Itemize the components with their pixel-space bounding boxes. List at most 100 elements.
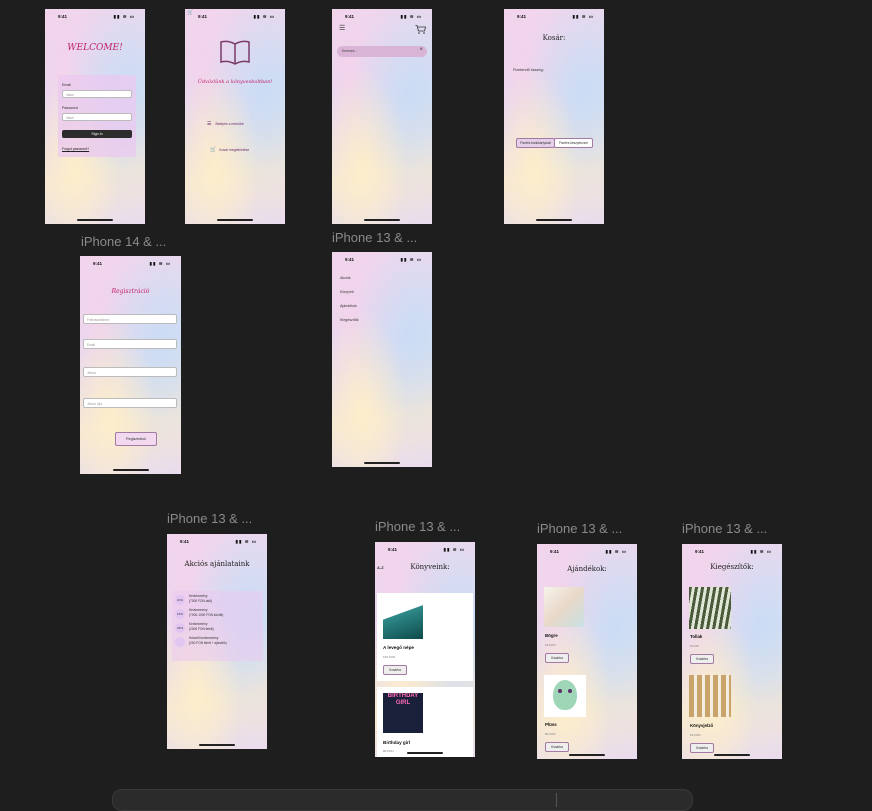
accessory-name: Tollak [690,634,703,639]
book-name: A levegő népe [383,645,414,650]
home-indicator [364,462,400,464]
book-cover-image[interactable]: BIRTHDAY GIRL [383,693,423,733]
cart-icon[interactable] [415,25,426,34]
discount-badge: 10% [175,595,185,605]
discount-badge [175,637,185,647]
frame-cart: 9:41 ▮▮ ≋ ▭ Kosár: Fizetendő összeg: Fize… [504,9,604,224]
accessory-price: 10 FON [690,733,701,737]
login-card: Email Value Password Value Sign In Forgo… [58,75,136,157]
frame-books: 9:41 ▮▮ ≋ ▭ A-Z Könyveink: A levegő népe … [375,542,475,757]
gift-price: 19 FON [545,643,556,647]
welcome-title: WELCOME! [67,43,123,53]
home-indicator [407,752,443,754]
frame-label-books[interactable]: iPhone 13 & ... [375,519,460,534]
status-icons: ▮▮ ≋ ▭ [113,14,135,19]
forgot-password-link[interactable]: Forgot password? [62,147,89,151]
mug-image[interactable] [544,587,584,627]
status-icons: ▮▮ ≋ ▭ [400,257,422,262]
status-time: 9:41 [345,14,355,19]
status-time: 9:41 [345,257,355,262]
offer-line1: Húsvéti kedvezmény [189,636,219,640]
cart-link-label: Kosár megtekintése [219,148,250,152]
frame-label-accessories[interactable]: iPhone 13 & ... [682,521,767,536]
hamburger-icon[interactable]: ☰ [339,24,345,32]
frame-label-iphone14[interactable]: iPhone 14 & ... [81,234,166,249]
offers-title: Akciós ajánlataink [184,560,250,568]
bookmarks-image[interactable] [689,675,731,717]
accessory-name: Könyvjelző [690,723,714,728]
status-time: 9:41 [695,549,705,554]
email-field[interactable]: Email [83,339,177,349]
frame-offers: 9:41 ▮▮ ≋ ▭ Akciós ajánlataink 10% Kedvez… [167,534,267,749]
username-field[interactable]: Felhasználónév [83,314,177,324]
add-to-cart-button[interactable]: Kosárba [545,742,569,752]
search-input[interactable]: Keresés... [337,46,427,57]
home-indicator [112,469,149,471]
plush-eye [558,689,562,693]
pay-card-button[interactable]: Fizetés bankkártyával [516,138,555,148]
book-price: 80 FON [383,749,394,753]
sort-button[interactable]: A-Z [377,565,384,570]
book-card: BIRTHDAY GIRL Birthday girl 80 FON [377,687,473,757]
gifts-title: Ajándékok: [567,565,607,573]
pay-cash-button[interactable]: Fizetés készpénzzel [554,138,593,148]
book-name: Birthday girl [383,740,411,745]
status-icons: ▮▮ ≋ ▭ [443,547,465,552]
frame-label-gifts[interactable]: iPhone 13 & ... [537,521,622,536]
email-field[interactable]: Value [62,90,132,98]
password-confirm-field[interactable]: Jelszó újra [83,398,177,408]
frame-accessories: 9:41 ▮▮ ≋ ▭ Kiegészítők: Tollak 5 FON Kos… [682,544,782,759]
welcome-subtitle: Üdvözlünk a könyvesboltban! [197,79,273,85]
menu-link[interactable]: ☰ Belépés a menübe [207,121,244,127]
frame-menu: 9:41 ▮▮ ≋ ▭ Akciók Könyvek Ajándékok Kieg… [332,252,432,467]
book-price: 100 FON [383,655,396,659]
plush-image[interactable] [544,675,586,717]
home-indicator [77,219,113,221]
password-field[interactable]: Jelszó [83,367,177,377]
menu-link-label: Belépés a menübe [215,122,244,126]
discount-badge: 15% [175,609,185,619]
add-to-cart-button[interactable]: Kosárba [690,743,714,753]
book-card: A levegő népe 100 FON Kosárba [377,593,473,681]
gift-price: 50 FON [545,732,556,736]
total-label: Fizetendő összeg: [513,68,544,72]
gift-name: Plüss [545,722,557,727]
books-title: Könyveink: [410,563,450,571]
password-field[interactable]: Value [62,113,132,121]
status-icons: ▮▮ ≋ ▭ [235,539,257,544]
offer-line1: Kedvezmény [189,608,208,612]
status-time: 9:41 [550,549,560,554]
pens-image[interactable] [689,587,731,629]
register-title: Regisztráció [111,288,150,295]
menu-item-offers[interactable]: Akciók [340,276,351,280]
offers-list: 10% Kedvezmény (7000 FON-ától) 15% Kedve… [172,591,263,661]
add-to-cart-button[interactable]: Kosárba [383,665,407,675]
list-icon: ☰ [207,121,212,127]
discount-badge: 25% [175,623,185,633]
frame-label-offers[interactable]: iPhone 13 & ... [167,511,252,526]
status-time: 9:41 [93,261,103,266]
frame-login: 9:41 ▮▮ ≋ ▭ WELCOME! Email Value Password… [45,9,145,224]
menu-item-gifts[interactable]: Ajándékok [340,304,357,308]
frame-label-menu[interactable]: iPhone 13 & ... [332,230,417,245]
signin-button[interactable]: Sign In [62,130,132,138]
menu-item-accessories[interactable]: Kiegészítők [340,318,359,322]
menu-item-books[interactable]: Könyvek [340,290,354,294]
canvas-toolbar[interactable] [112,789,693,811]
status-icons: ▮▮ ≋ ▭ [572,14,594,19]
accessories-title: Kiegészítők: [710,563,754,571]
clear-icon[interactable]: × [419,47,423,53]
gift-name: Bögre [545,633,558,638]
register-button[interactable]: Regisztrálok [115,432,157,446]
home-indicator [569,754,605,756]
status-time: 9:41 [198,14,208,19]
home-indicator [536,219,572,221]
plush-body [553,680,577,710]
accessory-price: 5 FON [690,644,699,648]
frame-welcome: 🛒 9:41 ▮▮ ≋ ▭ Üdvözlünk a könyvesboltban!… [185,9,285,224]
add-to-cart-button[interactable]: Kosárba [690,654,714,664]
home-indicator [714,754,750,756]
cart-link[interactable]: 🛒 Kosár megtekintése [210,147,249,153]
book-cover-image[interactable] [383,601,423,639]
add-to-cart-button[interactable]: Kosárba [545,653,569,663]
